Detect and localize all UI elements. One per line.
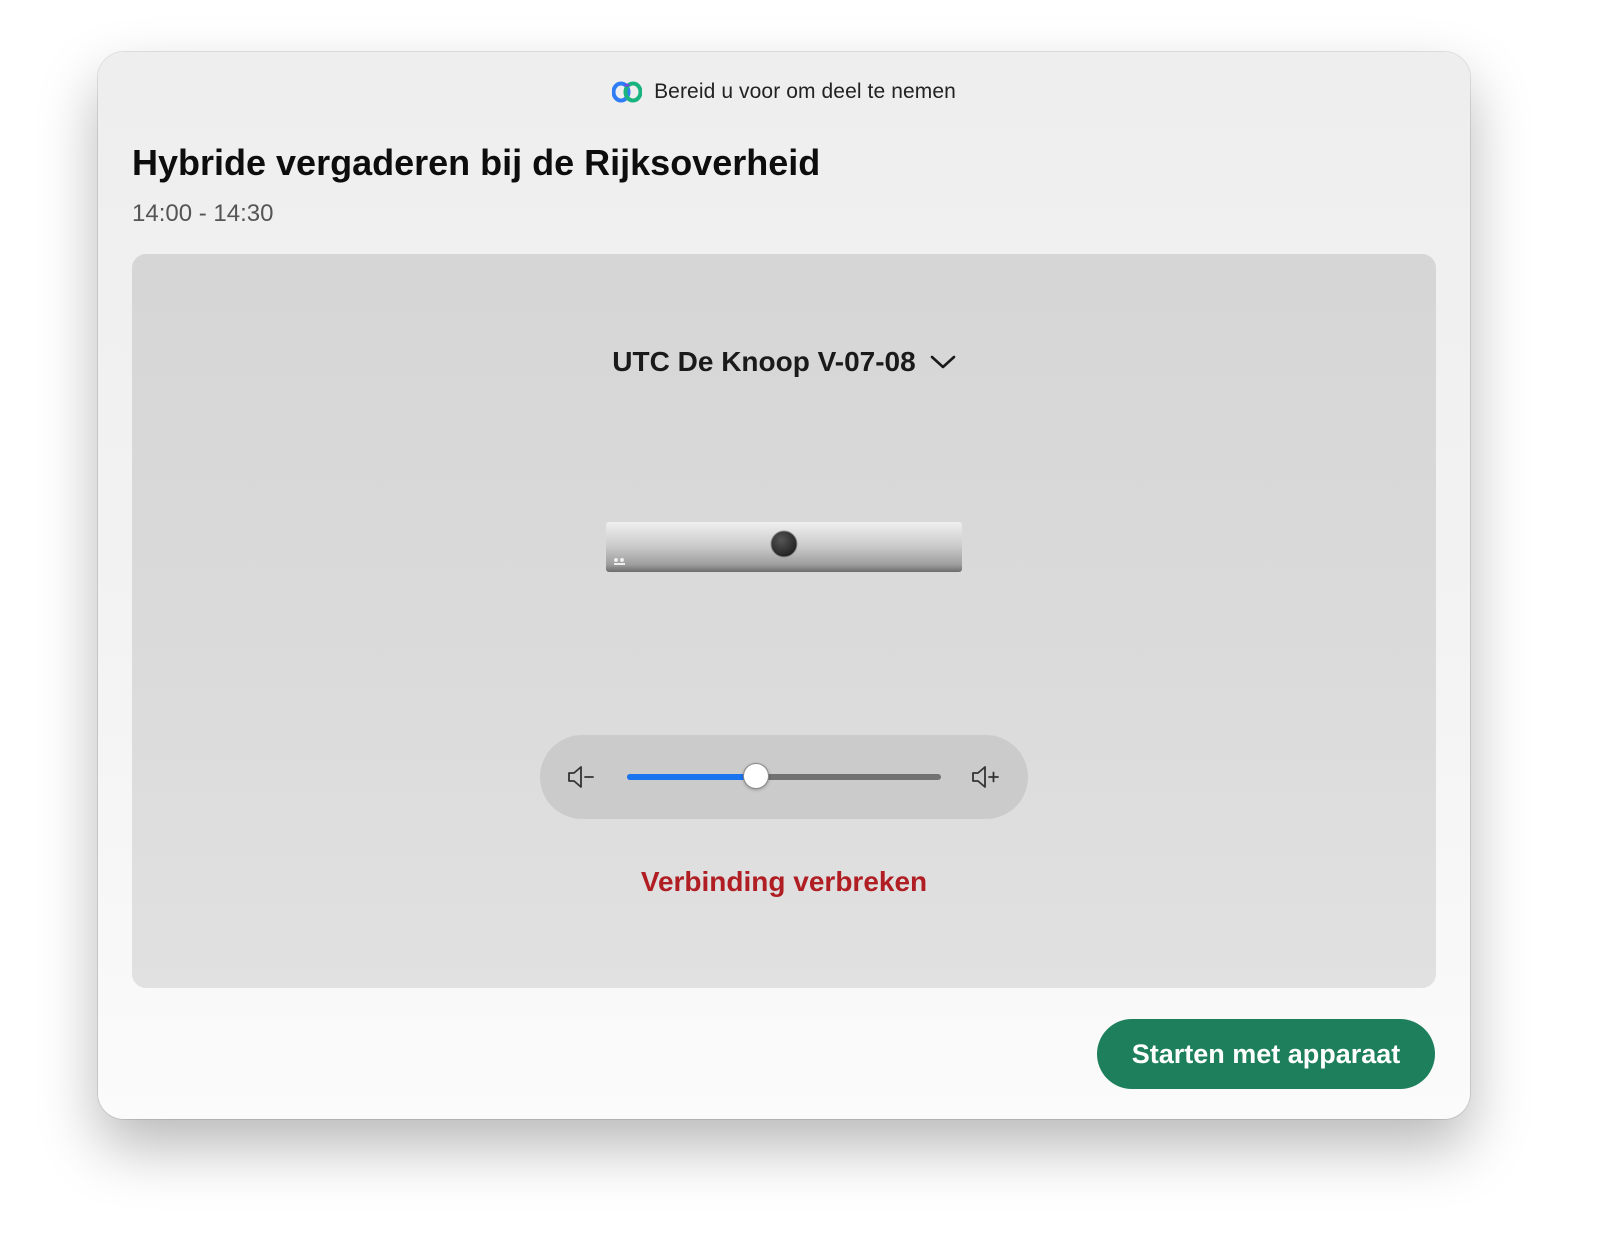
meeting-time: 14:00 - 14:30	[132, 200, 274, 227]
device-selector-dropdown[interactable]: UTC De Knoop V-07-08	[132, 346, 1436, 378]
start-with-device-button[interactable]: Starten met apparaat	[1097, 1019, 1435, 1089]
device-name: UTC De Knoop V-07-08	[612, 346, 916, 377]
title-bar: Bereid u voor om deel te nemen	[98, 76, 1470, 108]
video-bar-device-image	[606, 522, 962, 572]
window-title: Bereid u voor om deel te nemen	[654, 80, 956, 103]
volume-slider-thumb[interactable]	[742, 763, 769, 789]
disconnect-link[interactable]: Verbinding verbreken	[132, 866, 1436, 898]
volume-up-icon[interactable]	[970, 762, 1002, 792]
volume-slider-fill	[627, 774, 756, 780]
chevron-down-icon	[930, 355, 955, 369]
volume-down-icon[interactable]	[566, 762, 598, 792]
meeting-title: Hybride vergaderen bij de Rijksoverheid	[132, 142, 821, 183]
webex-logo-icon	[612, 81, 643, 103]
volume-slider[interactable]	[627, 763, 941, 789]
volume-control	[540, 735, 1028, 819]
device-panel: UTC De Knoop V-07-08 Verbinding verbreke…	[132, 254, 1436, 988]
join-dialog-window: Bereid u voor om deel te nemen Hybride v…	[98, 52, 1470, 1119]
